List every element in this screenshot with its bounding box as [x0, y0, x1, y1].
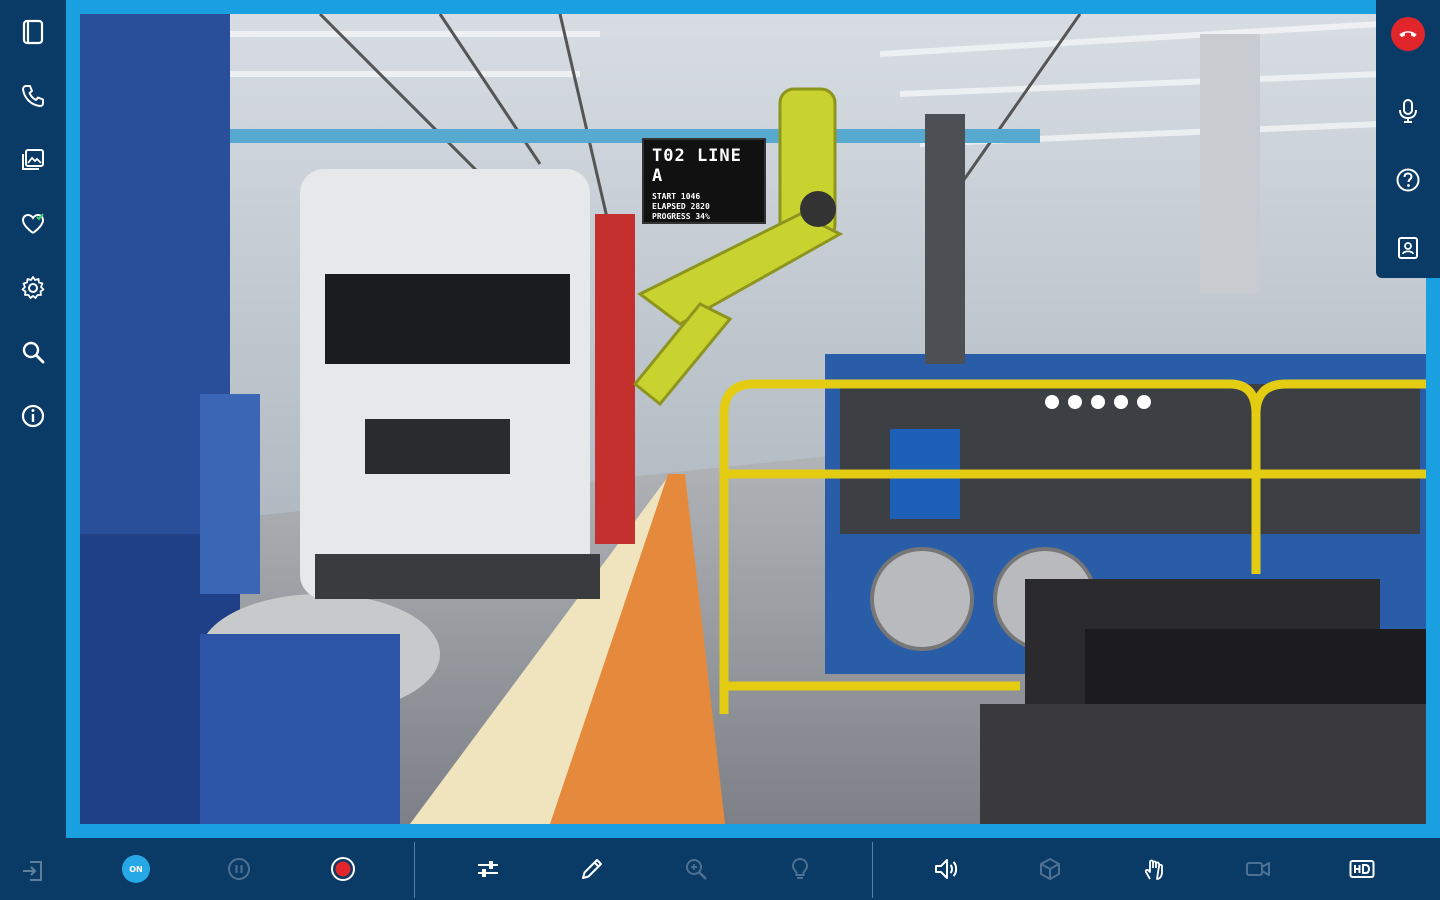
sign-title: T02 LINE A [652, 146, 742, 186]
bulb-icon [791, 857, 809, 879]
annotate-button[interactable] [574, 851, 610, 887]
record-icon [331, 857, 355, 881]
gallery-icon [22, 149, 44, 170]
contact-card-button[interactable] [1389, 229, 1427, 267]
search-button[interactable] [14, 333, 52, 371]
remote-video[interactable]: T02 LINE A START 1046 ELAPSED 2820 PROGR… [80, 14, 1426, 824]
hd-icon [1349, 860, 1375, 878]
panel-icon [22, 19, 44, 45]
sliders-icon [478, 861, 498, 877]
toolbar-divider [872, 842, 873, 898]
sign-line-progress: PROGRESS 34% [652, 212, 710, 221]
panel-toggle-button[interactable] [14, 13, 52, 51]
sign-line-elapsed: ELAPSED 2820 [652, 202, 710, 211]
hangup-icon [1399, 31, 1417, 38]
phone-icon [22, 85, 44, 107]
record-button[interactable] [325, 851, 361, 887]
cube-icon [1040, 858, 1060, 880]
line-status-sign: T02 LINE A START 1046 ELAPSED 2820 PROGR… [642, 138, 766, 224]
bottom-toolbar: ON [66, 838, 1440, 900]
gesture-button[interactable] [1136, 851, 1172, 887]
gallery-button[interactable] [14, 141, 52, 179]
speaker-icon [935, 859, 958, 879]
speaker-button[interactable] [928, 851, 964, 887]
toolbar-divider [414, 842, 415, 898]
hd-quality-button[interactable] [1344, 851, 1380, 887]
help-icon [1396, 168, 1420, 192]
microphone-button[interactable] [1389, 92, 1427, 130]
on-badge: ON [122, 855, 150, 883]
sign-line-start: START 1046 [652, 192, 701, 201]
gear-icon [21, 276, 45, 299]
hangup-button[interactable] [1391, 17, 1425, 51]
on-toggle-button[interactable]: ON [118, 851, 154, 887]
favorites-button[interactable] [14, 205, 52, 243]
exit-button[interactable] [14, 852, 52, 890]
exit-icon [23, 861, 42, 881]
zoom-icon [686, 859, 707, 880]
call-button[interactable] [14, 77, 52, 115]
adjust-button[interactable] [470, 851, 506, 887]
flashlight-button[interactable] [782, 851, 818, 887]
hand-gesture-icon [1144, 859, 1163, 880]
info-icon [21, 404, 45, 428]
info-button[interactable] [14, 397, 52, 435]
pencil-icon [582, 859, 602, 879]
settings-button[interactable] [14, 269, 52, 307]
call-controls-panel [1376, 0, 1440, 278]
video-camera-icon [1246, 862, 1270, 876]
app-window: T02 LINE A START 1046 ELAPSED 2820 PROGR… [0, 0, 1440, 900]
zoom-button[interactable] [678, 851, 714, 887]
search-icon [22, 341, 45, 364]
heart-check-icon [21, 213, 45, 234]
ar-object-button[interactable] [1032, 851, 1068, 887]
video-frame: T02 LINE A START 1046 ELAPSED 2820 PROGR… [66, 0, 1440, 838]
contact-card-icon [1398, 237, 1418, 259]
factory-scene-image [80, 14, 1426, 824]
pause-icon [228, 858, 250, 880]
pause-button[interactable] [221, 851, 257, 887]
microphone-icon [1399, 99, 1417, 123]
help-button[interactable] [1389, 161, 1427, 199]
video-button[interactable] [1240, 851, 1276, 887]
left-sidebar [0, 0, 66, 900]
